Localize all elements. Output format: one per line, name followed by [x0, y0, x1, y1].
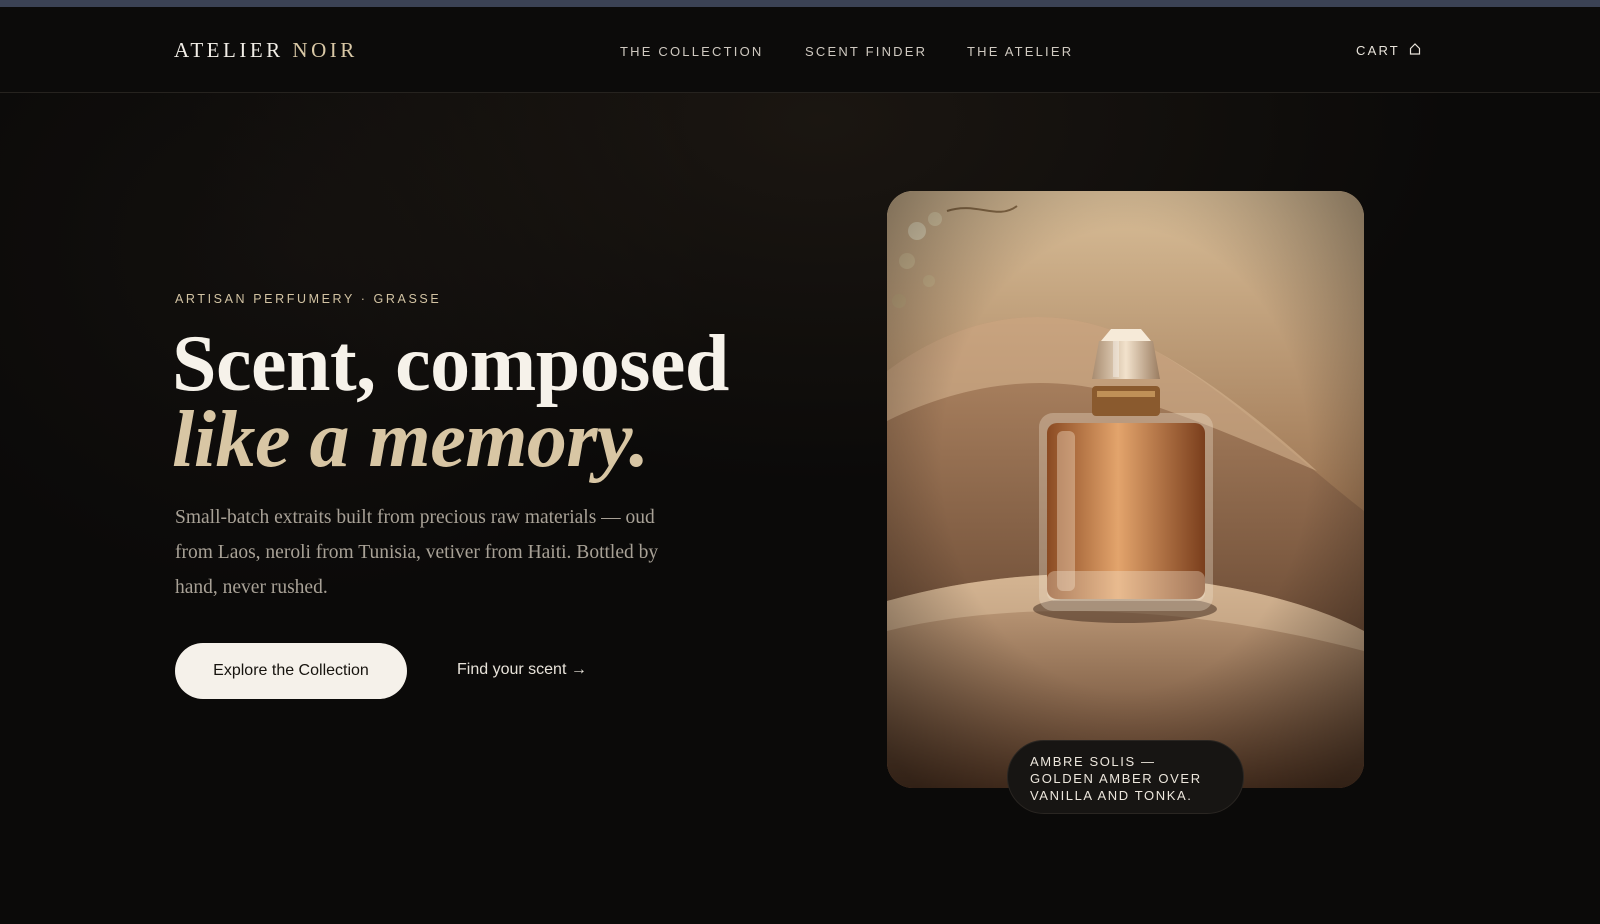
headline-line-1: Scent, composed [172, 320, 729, 408]
featured-scent-caption: AMBRE SOLIS — GOLDEN AMBER OVER VANILLA … [1007, 740, 1244, 814]
hero-headline: Scent, composed like a memory. [172, 324, 729, 484]
nav-link-atelier[interactable]: THE ATELIER [967, 44, 1073, 59]
hero-eyebrow: ARTISAN PERFUMERY · GRASSE [175, 292, 442, 306]
headline-line-2: like a memory. [172, 396, 649, 484]
explore-collection-button[interactable]: Explore the Collection [175, 643, 407, 699]
browser-top-strip [0, 0, 1600, 7]
nav-link-collection[interactable]: THE COLLECTION [620, 44, 763, 59]
cart-button[interactable]: CART [1356, 42, 1422, 59]
find-scent-link[interactable]: Find your scent → [457, 661, 587, 679]
site-header: ATELIER NOIR THE COLLECTION SCENT FINDER… [0, 7, 1600, 93]
page: ATELIER NOIR THE COLLECTION SCENT FINDER… [0, 0, 1600, 924]
featured-perfume-image [887, 191, 1364, 788]
hero-description: Small-batch extraits built from precious… [175, 507, 659, 598]
bag-icon [1408, 42, 1422, 59]
cart-label: CART [1356, 43, 1400, 58]
nav-link-scent-finder[interactable]: SCENT FINDER [805, 44, 927, 59]
perfume-illustration [887, 191, 1364, 788]
